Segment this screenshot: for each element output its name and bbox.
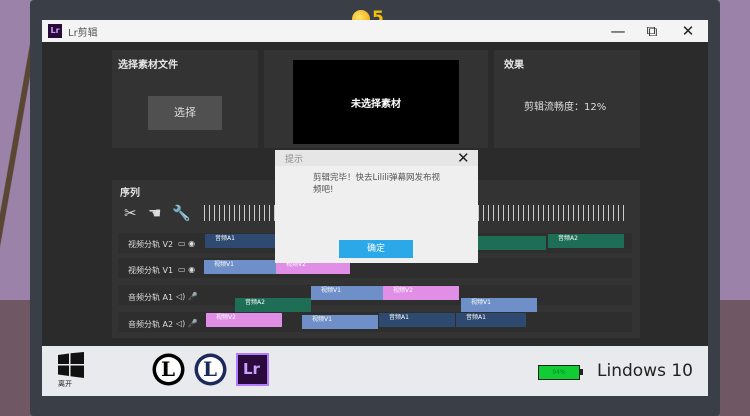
track-label-v1: 视频分轨 V1 xyxy=(128,266,174,275)
track-v2-controls[interactable]: ▭ ◉ xyxy=(178,239,195,248)
timeline-clip[interactable]: 视频V1 xyxy=(311,286,383,300)
dialog-message: 剪辑完毕！快去Lilili弹幕网发布视频吧! xyxy=(313,173,441,195)
notice-dialog: 提示 ✕ 剪辑完毕！快去Lilili弹幕网发布视频吧! 确定 xyxy=(275,149,478,263)
lr-app-icon[interactable]: Lr xyxy=(236,353,269,386)
track-label-a2: 音频分轨 A2 xyxy=(128,320,174,329)
start-label: 离开 xyxy=(58,380,72,388)
timeline-clip[interactable]: 音频A1 xyxy=(205,234,277,248)
timeline-clip[interactable]: 视频V1 xyxy=(302,315,378,329)
start-windows-icon[interactable] xyxy=(58,352,84,378)
window-titlebar[interactable]: Lr Lr剪辑 — ⧉ ✕ xyxy=(42,20,708,42)
select-file-button[interactable]: 选择 xyxy=(148,96,222,130)
timeline-clip[interactable]: 音频A2 xyxy=(548,234,624,248)
window-title: Lr剪辑 xyxy=(68,28,98,39)
rope-decoration xyxy=(0,0,30,300)
preview-screen: 未选择素材 xyxy=(293,60,459,144)
track-label-a1: 音频分轨 A1 xyxy=(128,293,174,302)
dialog-title: 提示 xyxy=(285,155,304,165)
track-label-v2: 视频分轨 V2 xyxy=(128,240,174,249)
timeline-clip[interactable]: 音频A1 xyxy=(379,313,455,327)
lilili-app-icon[interactable]: L xyxy=(194,353,227,386)
track-a1-controls[interactable]: ◁) 🎤 xyxy=(176,292,198,301)
hand-icon[interactable]: ☚ xyxy=(148,204,161,222)
timeline-clip[interactable]: 视频V2 xyxy=(206,313,282,327)
close-button[interactable]: ✕ xyxy=(670,20,706,42)
dialog-close-button[interactable]: ✕ xyxy=(457,149,470,167)
taskbar: 离开 L L Lr 94% Lindows 10 xyxy=(42,346,708,396)
track-a2-controls[interactable]: ◁) 🎤 xyxy=(176,319,198,328)
minimize-button[interactable]: — xyxy=(600,20,636,42)
dialog-header xyxy=(275,150,478,166)
lr-logo-icon: Lr xyxy=(48,24,62,38)
timeline-clip[interactable]: 音频A2 xyxy=(235,298,311,312)
track-v1-controls[interactable]: ▭ ◉ xyxy=(178,265,195,274)
os-name: Lindows 10 xyxy=(597,361,693,381)
battery-indicator: 94% xyxy=(538,365,580,380)
sequence-title: 序列 xyxy=(120,188,140,199)
battery-tip xyxy=(580,369,583,375)
maximize-button[interactable]: ⧉ xyxy=(634,20,670,42)
timeline-clip[interactable]: 视频V1 xyxy=(204,260,276,274)
scissors-icon[interactable]: ✂ xyxy=(124,204,137,222)
timeline-clip[interactable]: 视频V2 xyxy=(383,286,459,300)
timeline-ruler-right[interactable] xyxy=(478,205,626,221)
ok-button[interactable]: 确定 xyxy=(339,240,413,258)
smoothness-text: 剪辑流畅度：12% xyxy=(524,102,607,113)
timeline-clip[interactable]: 音频A1 xyxy=(456,313,526,327)
timeline-clip[interactable]: 视频V1 xyxy=(461,298,537,312)
wrench-icon[interactable]: 🔧 xyxy=(172,204,191,222)
effect-panel-title: 效果 xyxy=(504,60,524,71)
timeline-ruler[interactable] xyxy=(204,205,276,221)
source-panel-title: 选择素材文件 xyxy=(118,60,178,71)
L-app-icon[interactable]: L xyxy=(152,353,185,386)
timeline-clip[interactable] xyxy=(478,236,546,250)
